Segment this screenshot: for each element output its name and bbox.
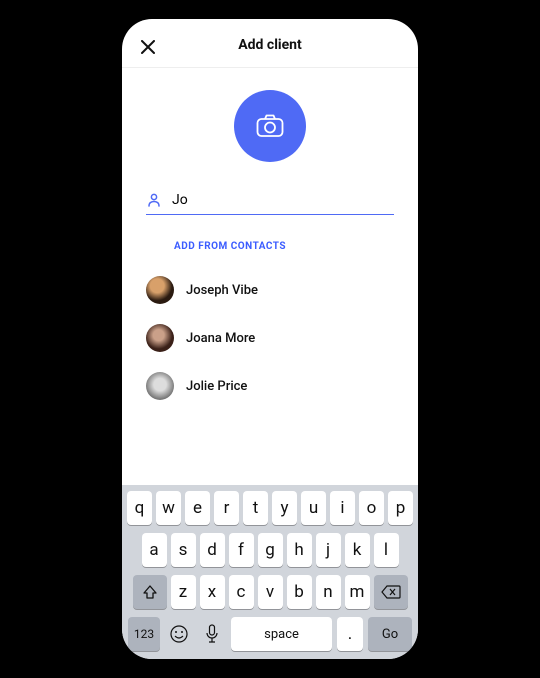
- key-dot[interactable]: .: [337, 617, 363, 651]
- key-shift[interactable]: [133, 575, 167, 609]
- person-icon: [146, 192, 162, 208]
- key-c[interactable]: c: [229, 575, 254, 609]
- key-backspace[interactable]: [374, 575, 408, 609]
- key-g[interactable]: g: [258, 533, 283, 567]
- key-k[interactable]: k: [345, 533, 370, 567]
- close-icon: [141, 40, 155, 54]
- key-123[interactable]: 123: [128, 617, 160, 651]
- mic-icon: [205, 624, 219, 644]
- key-f[interactable]: f: [229, 533, 254, 567]
- key-go[interactable]: Go: [368, 617, 412, 651]
- contact-name: Joseph Vibe: [186, 283, 258, 298]
- contact-name: Joana More: [186, 331, 255, 346]
- keyboard-row: a s d f g h j k l: [126, 533, 414, 567]
- contact-row[interactable]: Joana More: [146, 314, 394, 362]
- key-r[interactable]: r: [214, 491, 239, 525]
- key-u[interactable]: u: [301, 491, 326, 525]
- avatar: [146, 276, 174, 304]
- keyboard: q w e r t y u i o p a s d f g h j k l z: [122, 485, 418, 659]
- key-m[interactable]: m: [345, 575, 370, 609]
- keyboard-row: z x c v b n m: [126, 575, 414, 609]
- avatar: [146, 372, 174, 400]
- key-n[interactable]: n: [316, 575, 341, 609]
- camera-icon: [256, 114, 284, 138]
- keyboard-row: q w e r t y u i o p: [126, 491, 414, 525]
- phone-frame: Add client ADD FROM CONTACTS Joseph Vibe…: [122, 19, 418, 659]
- add-photo-button[interactable]: [234, 90, 306, 162]
- keyboard-row: 123 space . Go: [126, 617, 414, 651]
- name-field[interactable]: [146, 188, 394, 215]
- key-space[interactable]: space: [231, 617, 332, 651]
- page-title: Add client: [138, 37, 402, 53]
- key-q[interactable]: q: [127, 491, 152, 525]
- key-d[interactable]: d: [200, 533, 225, 567]
- name-input[interactable]: [172, 192, 394, 208]
- key-y[interactable]: y: [272, 491, 297, 525]
- key-emoji[interactable]: [165, 617, 193, 651]
- key-v[interactable]: v: [258, 575, 283, 609]
- key-l[interactable]: l: [374, 533, 399, 567]
- contact-row[interactable]: Jolie Price: [146, 362, 394, 410]
- key-p[interactable]: p: [388, 491, 413, 525]
- key-w[interactable]: w: [156, 491, 181, 525]
- key-z[interactable]: z: [171, 575, 196, 609]
- content: ADD FROM CONTACTS Joseph Vibe Joana More…: [122, 68, 418, 485]
- avatar: [146, 324, 174, 352]
- key-a[interactable]: a: [142, 533, 167, 567]
- close-button[interactable]: [138, 37, 158, 57]
- contact-name: Jolie Price: [186, 379, 247, 394]
- key-x[interactable]: x: [200, 575, 225, 609]
- key-s[interactable]: s: [171, 533, 196, 567]
- key-t[interactable]: t: [243, 491, 268, 525]
- backspace-icon: [381, 585, 401, 599]
- key-i[interactable]: i: [330, 491, 355, 525]
- key-e[interactable]: e: [185, 491, 210, 525]
- emoji-icon: [169, 624, 189, 644]
- contact-row[interactable]: Joseph Vibe: [146, 266, 394, 314]
- section-label: ADD FROM CONTACTS: [174, 241, 394, 252]
- key-mic[interactable]: [198, 617, 226, 651]
- key-o[interactable]: o: [359, 491, 384, 525]
- key-j[interactable]: j: [316, 533, 341, 567]
- shift-icon: [142, 584, 158, 600]
- key-h[interactable]: h: [287, 533, 312, 567]
- header: Add client: [122, 19, 418, 68]
- key-b[interactable]: b: [287, 575, 312, 609]
